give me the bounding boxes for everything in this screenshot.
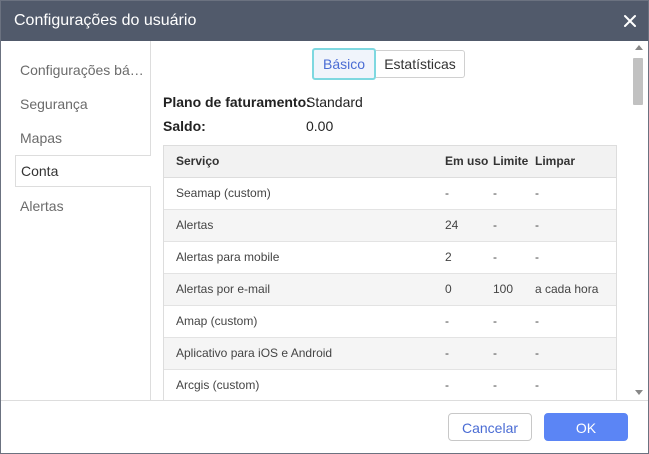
sidebar-item-account[interactable]: Conta xyxy=(15,155,151,187)
cell-in-use: 2 xyxy=(445,250,452,264)
table-row: Arcgis (custom) - - - xyxy=(164,370,616,400)
cell-service: Alertas xyxy=(176,218,214,232)
table-header: Serviço Em uso Limite Limpar xyxy=(164,146,616,178)
close-icon[interactable] xyxy=(620,11,640,31)
cell-reset: a cada hora xyxy=(535,282,599,296)
cell-in-use: - xyxy=(445,378,449,392)
cell-limit: - xyxy=(493,378,497,392)
balance-label: Saldo: xyxy=(163,118,206,134)
column-header-limit: Limite xyxy=(493,154,529,168)
sidebar-item-alerts[interactable]: Alertas xyxy=(1,189,150,223)
cell-reset: - xyxy=(535,186,539,200)
cell-reset: - xyxy=(535,218,539,232)
balance-value: 0.00 xyxy=(306,118,334,134)
dialog-titlebar: Configurações do usuário xyxy=(1,1,648,41)
sidebar-item-maps[interactable]: Mapas xyxy=(1,121,150,155)
billing-plan-label: Plano de faturamento: xyxy=(163,94,311,110)
cell-service: Arcgis (custom) xyxy=(176,378,260,392)
account-content: Básico Estatísticas Plano de faturamento… xyxy=(151,41,631,400)
cell-in-use: - xyxy=(445,346,449,360)
user-settings-dialog: Configurações do usuário Configurações b… xyxy=(0,0,649,454)
cell-service: Alertas por e-mail xyxy=(176,282,271,296)
cancel-button[interactable]: Cancelar xyxy=(448,413,532,441)
cell-reset: - xyxy=(535,250,539,264)
cell-service: Seamap (custom) xyxy=(176,186,271,200)
column-header-reset: Limpar xyxy=(535,154,576,168)
cell-limit: - xyxy=(493,250,497,264)
cell-in-use: 24 xyxy=(445,218,459,232)
billing-plan-row: Plano de faturamento: Standard xyxy=(163,94,363,110)
scroll-thumb[interactable] xyxy=(633,58,643,105)
cell-in-use: 0 xyxy=(445,282,452,296)
dialog-footer: Cancelar OK xyxy=(1,400,648,453)
cell-in-use: - xyxy=(445,314,449,328)
cell-reset: - xyxy=(535,378,539,392)
table-row: Alertas 24 - - xyxy=(164,210,616,242)
table-row: Amap (custom) - - - xyxy=(164,306,616,338)
sidebar-item-security[interactable]: Segurança xyxy=(1,87,150,121)
table-row: Aplicativo para iOS e Android - - - xyxy=(164,338,616,370)
sidebar-item-basic-settings[interactable]: Configurações básicas xyxy=(1,53,150,87)
cell-in-use: - xyxy=(445,186,449,200)
cell-service: Amap (custom) xyxy=(176,314,258,328)
scroll-down-arrow-icon[interactable] xyxy=(635,390,643,395)
cell-service: Aplicativo para iOS e Android xyxy=(176,346,333,360)
table-row: Alertas para mobile 2 - - xyxy=(164,242,616,274)
cell-reset: - xyxy=(535,346,539,360)
table-row: Seamap (custom) - - - xyxy=(164,178,616,210)
column-header-service: Serviço xyxy=(176,154,220,168)
content-scrollbar[interactable] xyxy=(631,41,647,400)
table-row: Alertas por e-mail 0 100 a cada hora xyxy=(164,274,616,306)
cell-service: Alertas para mobile xyxy=(176,250,280,264)
ok-button[interactable]: OK xyxy=(544,413,628,441)
scroll-up-arrow-icon[interactable] xyxy=(635,45,643,50)
cell-limit: - xyxy=(493,218,497,232)
cell-limit: - xyxy=(493,346,497,360)
cell-limit: 100 xyxy=(493,282,514,296)
tab-statistics[interactable]: Estatísticas xyxy=(376,50,465,78)
services-table: Serviço Em uso Limite Limpar Seamap (cus… xyxy=(163,145,617,400)
cell-limit: - xyxy=(493,314,497,328)
balance-row: Saldo: 0.00 xyxy=(163,118,333,134)
billing-plan-value: Standard xyxy=(306,94,363,110)
column-header-in-use: Em uso xyxy=(445,154,489,168)
cell-limit: - xyxy=(493,186,497,200)
tab-basic[interactable]: Básico xyxy=(312,48,376,80)
cell-reset: - xyxy=(535,314,539,328)
dialog-title: Configurações do usuário xyxy=(14,12,197,29)
settings-sidebar: Configurações básicas Segurança Mapas Co… xyxy=(1,41,151,400)
